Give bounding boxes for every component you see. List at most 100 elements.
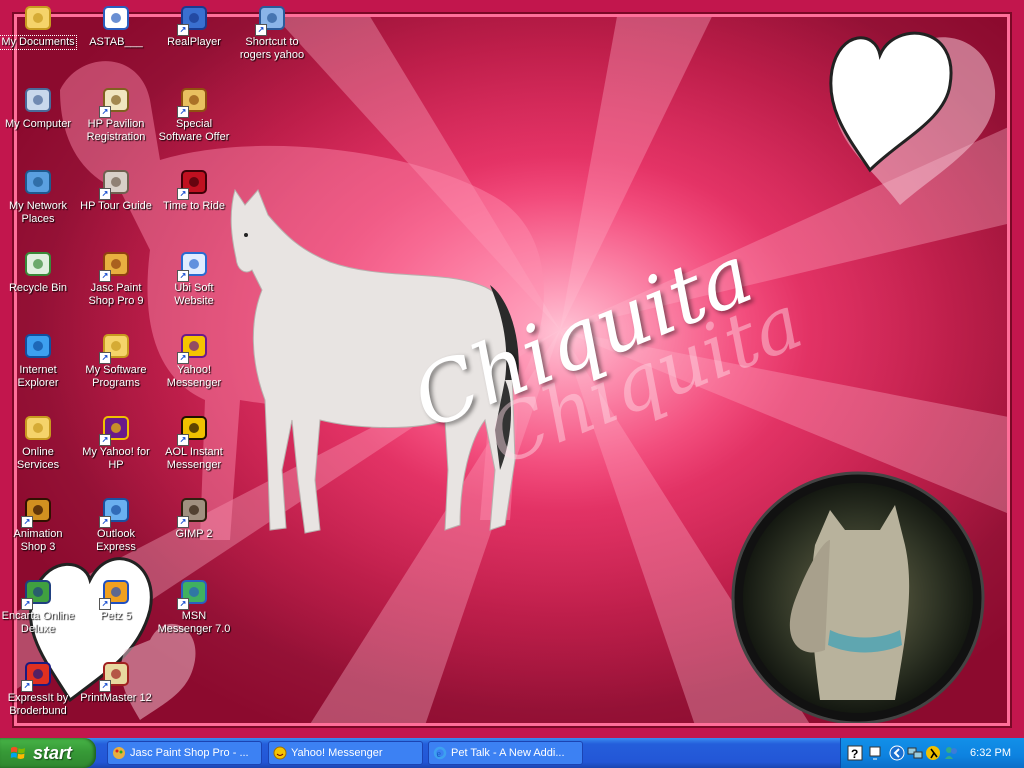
desktop-icon-label: Encarta Online Deluxe [1, 610, 75, 635]
desktop-icon-realplayer[interactable]: ↗ RealPlayer [155, 2, 233, 49]
desktop-icon-my-computer[interactable]: My Computer [0, 84, 77, 131]
desktop-icon-label: My Documents [0, 35, 77, 50]
network-places-icon [25, 170, 51, 194]
chevron-left-icon[interactable] [889, 745, 905, 761]
desktop-icon-encarta-online-deluxe[interactable]: ↗ Encarta Online Deluxe [0, 576, 77, 636]
windows-logo-icon [10, 746, 25, 759]
shortcut-arrow-icon: ↗ [177, 270, 189, 282]
start-button[interactable]: start [0, 738, 96, 768]
desktop-icon-label: My Computer [4, 118, 72, 130]
taskbar: start Jasc Paint Shop Pro - ... Yahoo! M… [0, 738, 1024, 768]
desktop-icon-expressit-by-broderbund[interactable]: ↗ ExpressIt by Broderbund [0, 658, 77, 718]
shortcut-arrow-icon: ↗ [21, 598, 33, 610]
task-label: Pet Talk - A New Addi... [451, 747, 565, 759]
desktop-icon-label: Jasc Paint Shop Pro 9 [88, 282, 144, 307]
svg-text:e: e [437, 749, 442, 760]
task-label: Yahoo! Messenger [291, 747, 383, 759]
desktop-icon-label: Petz 5 [100, 610, 132, 622]
shortcut-arrow-icon: ↗ [177, 598, 189, 610]
shortcut-arrow-icon: ↗ [255, 24, 267, 36]
desktop-icon-outlook-express[interactable]: ↗ Outlook Express [77, 494, 155, 554]
clock: 6:32 PM [970, 747, 1011, 759]
desktop-icon-hp-tour-guide[interactable]: ↗ HP Tour Guide [77, 166, 155, 213]
start-label: start [33, 743, 73, 763]
desktop-icon-hp-pavilion-registration[interactable]: ↗ HP Pavilion Registration [77, 84, 155, 144]
desktop-icon-aol-instant-messenger[interactable]: ↗ AOL Instant Messenger [155, 412, 233, 472]
shortcut-arrow-icon: ↗ [99, 516, 111, 528]
desktop-icon-label: GIMP 2 [175, 528, 213, 540]
network-icon[interactable] [907, 745, 923, 761]
desktop-icon-my-software-programs[interactable]: ↗ My Software Programs [77, 330, 155, 390]
recycle-bin-icon [25, 252, 51, 276]
desktop-icon-label: Animation Shop 3 [13, 528, 63, 553]
desktop-icon-yahoo-messenger[interactable]: ↗ Yahoo! Messenger [155, 330, 233, 390]
help-icon[interactable]: ? [847, 745, 863, 761]
shortcut-arrow-icon: ↗ [99, 270, 111, 282]
msn-messenger-icon[interactable] [943, 745, 959, 761]
yahoo-messenger-icon [273, 746, 287, 760]
system-tray: ? 6:32 PM [840, 738, 1024, 768]
desktop-icon-label: Shortcut to rogers yahoo [239, 36, 305, 61]
round-horse-photo [731, 471, 985, 725]
desktop-icon-label: Online Services [16, 446, 60, 471]
desktop-icon-my-yahoo-for-hp[interactable]: ↗ My Yahoo! for HP [77, 412, 155, 472]
computer-icon [25, 88, 51, 112]
desktop-icon-internet-explorer[interactable]: Internet Explorer [0, 330, 77, 390]
internet-explorer-icon: e [433, 746, 447, 760]
folder-documents-icon [25, 6, 51, 30]
shortcut-arrow-icon: ↗ [99, 598, 111, 610]
desktop-icon-msn-messenger-7-0[interactable]: ↗ MSN Messenger 7.0 [155, 576, 233, 636]
desktop-icon-label: Recycle Bin [8, 282, 68, 294]
task-pet-talk[interactable]: e Pet Talk - A New Addi... [428, 741, 583, 765]
shortcut-arrow-icon: ↗ [177, 434, 189, 446]
desktop-icon-printmaster-12[interactable]: ↗ PrintMaster 12 [77, 658, 155, 705]
desktop-icon-my-documents[interactable]: My Documents [0, 2, 77, 50]
desktop-icon-label: Internet Explorer [17, 364, 59, 389]
shortcut-arrow-icon: ↗ [99, 352, 111, 364]
shortcut-arrow-icon: ↗ [21, 516, 33, 528]
desktop-icon-label: My Software Programs [85, 364, 147, 389]
desktop-icon-gimp-2[interactable]: ↗ GIMP 2 [155, 494, 233, 541]
desktop-icon-petz-5[interactable]: ↗ Petz 5 [77, 576, 155, 623]
desktop-icon-label: MSN Messenger 7.0 [157, 610, 231, 635]
aim-icon[interactable] [925, 745, 941, 761]
desktop-icon-jasc-paint-shop-pro-9[interactable]: ↗ Jasc Paint Shop Pro 9 [77, 248, 155, 308]
desktop-icon-astab[interactable]: ASTAB___ [77, 2, 155, 49]
desktop-icon-ubi-soft-website[interactable]: ↗ Ubi Soft Website [155, 248, 233, 308]
shortcut-arrow-icon: ↗ [99, 680, 111, 692]
shortcut-arrow-icon: ↗ [99, 434, 111, 446]
desktop-icon-label: HP Tour Guide [80, 200, 152, 212]
desktop-icon-label: PrintMaster 12 [80, 692, 152, 704]
desktop-icon-my-network-places[interactable]: My Network Places [0, 166, 77, 226]
desktop-icon-label: My Yahoo! for HP [82, 446, 150, 471]
desktop-icon-time-to-ride[interactable]: ↗ Time to Ride [155, 166, 233, 213]
paint-shop-icon [113, 747, 125, 759]
internet-explorer-icon [25, 334, 51, 358]
desktop-icon-label: Ubi Soft Website [174, 282, 214, 307]
desktop-icon-label: RealPlayer [167, 36, 221, 48]
desktop-icon-special-software-offer[interactable]: ↗ Special Software Offer [155, 84, 233, 144]
shortcut-arrow-icon: ↗ [99, 106, 111, 118]
desktop-icon-label: ASTAB___ [89, 36, 143, 48]
shortcut-arrow-icon: ↗ [177, 516, 189, 528]
task-yahoo-messenger[interactable]: Yahoo! Messenger [268, 741, 423, 765]
desktop-icon-label: Special Software Offer [158, 118, 230, 143]
desktop-icon-label: AOL Instant Messenger [165, 446, 223, 471]
desktop-icon-label: ExpressIt by Broderbund [7, 692, 69, 717]
desktop-icon-label: HP Pavilion Registration [86, 118, 146, 143]
notification-icon[interactable] [867, 745, 883, 761]
desktop-icon-recycle-bin[interactable]: Recycle Bin [0, 248, 77, 295]
shortcut-arrow-icon: ↗ [177, 106, 189, 118]
desktop-icon-online-services[interactable]: Online Services [0, 412, 77, 472]
desktop-icon-animation-shop-3[interactable]: ↗ Animation Shop 3 [0, 494, 77, 554]
task-paint-shop-pro[interactable]: Jasc Paint Shop Pro - ... [107, 741, 262, 765]
shortcut-arrow-icon: ↗ [99, 188, 111, 200]
task-label: Jasc Paint Shop Pro - ... [130, 747, 249, 759]
shortcut-arrow-icon: ↗ [177, 188, 189, 200]
desktop-icon-label: Time to Ride [163, 200, 225, 212]
desktop-icon-label: Outlook Express [96, 528, 136, 553]
desktop-icon-label: Yahoo! Messenger [166, 364, 222, 389]
desktop-icon-shortcut-to-rogers-yahoo[interactable]: ↗ Shortcut to rogers yahoo [233, 2, 311, 62]
font-file-icon [103, 6, 129, 30]
svg-text:?: ? [851, 747, 858, 761]
